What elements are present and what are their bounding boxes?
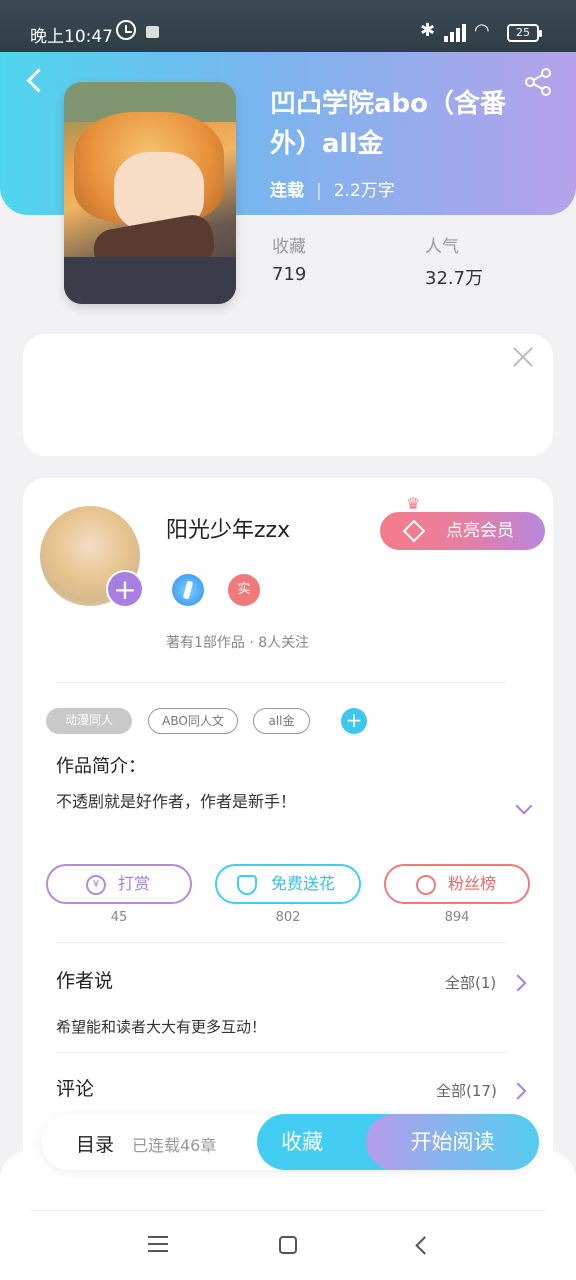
toc-button[interactable]: 目录 (76, 1130, 114, 1157)
back-button[interactable] (20, 66, 52, 98)
divider (56, 682, 506, 683)
tag-item[interactable]: all金 (253, 708, 310, 734)
send-flower-button[interactable]: 免费送花 (215, 864, 361, 904)
level-badge-icon (172, 574, 204, 606)
book-title: 凹凸学院abo（含番外）all金 (270, 89, 507, 159)
chevron-right-icon[interactable] (512, 975, 526, 989)
reward-label: 打赏 (118, 874, 151, 893)
divider (56, 942, 506, 943)
fan-icon (416, 875, 436, 895)
share-icon[interactable] (522, 66, 554, 98)
signal-icon (442, 22, 468, 42)
status-time: 晚上10:47 (30, 27, 113, 47)
book-status: 连载 (270, 181, 304, 201)
author-say-text: 希望能和读者大大有更多互动！ (56, 1018, 267, 1036)
wifi-icon: ◠ (474, 20, 490, 41)
fan-rank-label: 粉丝榜 (448, 874, 497, 893)
author-meta: 著有1部作品 · 8人关注 (166, 635, 310, 651)
close-icon[interactable] (510, 344, 536, 370)
bluetooth-icon: ✱ (420, 20, 436, 41)
chevron-down-icon[interactable] (514, 800, 536, 822)
diamond-icon (402, 519, 426, 543)
chevron-right-icon[interactable] (512, 1083, 526, 1097)
comments-title: 评论 (56, 1078, 95, 1100)
popularity-label: 人气 (425, 237, 459, 257)
book-word-count: 2.2万字 (333, 181, 395, 201)
book-status-line: 连载 | 2.2万字 (270, 181, 395, 201)
book-cover[interactable] (64, 82, 236, 304)
fan-rank-button[interactable]: 粉丝榜 (384, 864, 530, 904)
member-button-label: 点亮会员 (446, 521, 514, 541)
tag-item[interactable]: ABO同人文 (148, 708, 238, 734)
divider (56, 1052, 506, 1053)
back-icon[interactable] (412, 1236, 430, 1254)
flower-count: 802 (275, 910, 301, 925)
collect-count-label: 收藏 (272, 237, 306, 257)
crown-icon: ♛ (406, 494, 421, 513)
author-say-more-link[interactable]: 全部(1) (445, 972, 496, 993)
menu-icon[interactable] (148, 1236, 168, 1252)
flower-icon (237, 875, 257, 895)
fan-count: 894 (444, 910, 470, 925)
collect-count-value: 719 (272, 264, 307, 285)
home-icon[interactable] (279, 1236, 297, 1254)
send-flower-label: 免费送花 (271, 874, 336, 893)
author-name[interactable]: 阳光少年zzx (166, 512, 290, 544)
intro-text: 不透剧就是好作者，作者是新手！ (56, 792, 297, 811)
reward-button[interactable]: ¥ 打赏 (46, 864, 192, 904)
start-reading-button[interactable]: 开始阅读 (366, 1114, 539, 1170)
popularity-value: 32.7万 (425, 268, 484, 289)
reward-count: 45 (110, 910, 128, 925)
notification-icon (146, 26, 159, 38)
status-bar: 晚上10:47 ✱ ◠ 25 (0, 0, 576, 52)
divider (30, 1210, 546, 1211)
yen-icon: ¥ (86, 875, 106, 895)
alarm-icon (116, 20, 136, 40)
author-say-title: 作者说 (56, 970, 114, 992)
tag-item[interactable]: 动漫同人 (46, 708, 132, 734)
toc-status: 已连载46章 (132, 1136, 217, 1155)
intro-title: 作品简介： (56, 756, 146, 777)
ad-card[interactable] (23, 334, 553, 456)
battery-icon: 25 (507, 24, 542, 42)
add-tag-icon[interactable]: + (341, 708, 367, 734)
follow-plus-icon[interactable]: + (106, 570, 144, 608)
member-button[interactable]: 点亮会员 (380, 512, 545, 550)
verified-badge: 实 (228, 574, 260, 606)
comments-more-link[interactable]: 全部(17) (436, 1080, 497, 1101)
